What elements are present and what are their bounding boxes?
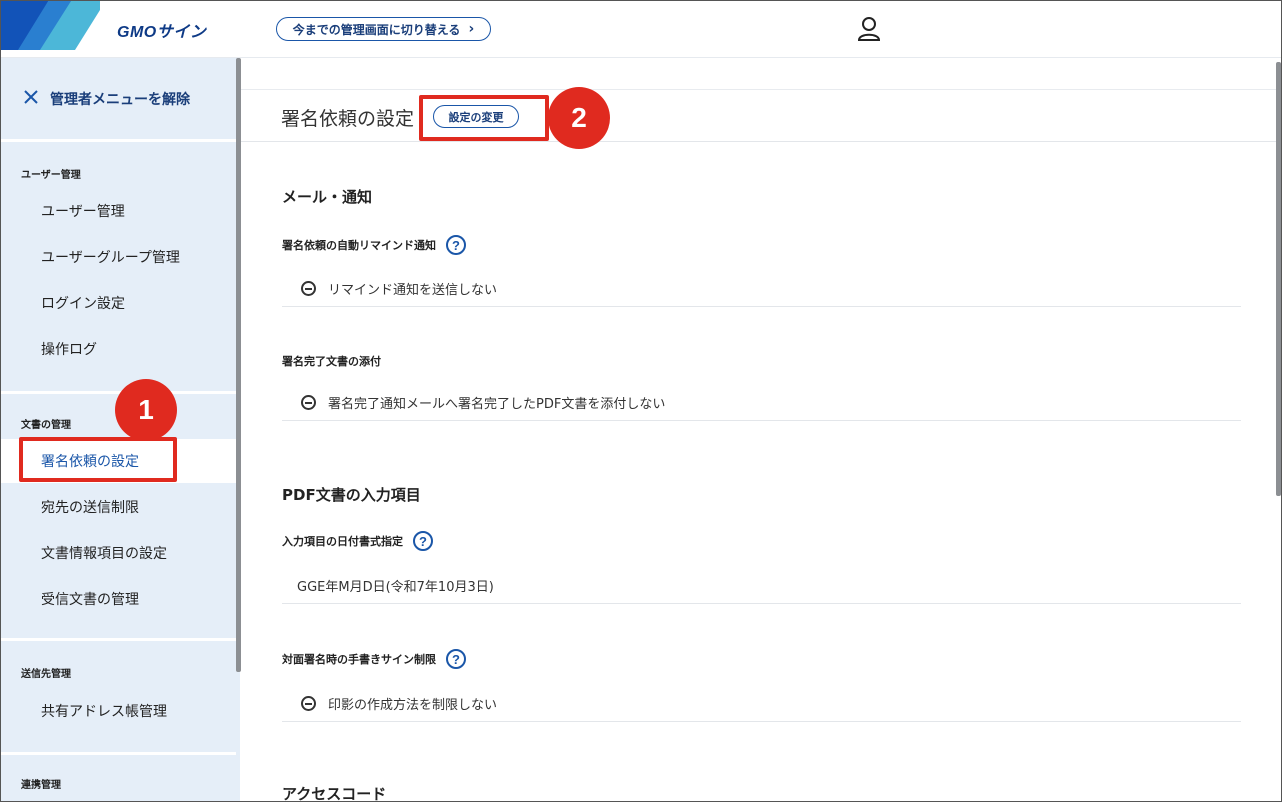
handwrite-value: 印影の作成方法を制限しない [328, 698, 498, 713]
brand-logo-text: GMOサイン [117, 24, 207, 41]
page-title: 署名依頼の設定 [281, 108, 415, 130]
setting-value-attach: 署名完了通知メールへ署名完了したPDF文書を添付しない [282, 385, 1241, 421]
section-title-pdf: PDF文書の入力項目 [282, 486, 421, 504]
annotation-highlight-2 [419, 95, 549, 141]
setting-value-date-format: GGE年M月D日(令和7年10月3日) [282, 568, 1241, 604]
release-admin-menu-button[interactable]: 管理者メニューを解除 [0, 58, 240, 142]
logo-mark [0, 0, 100, 50]
release-label: 管理者メニューを解除 [50, 91, 190, 108]
help-icon[interactable]: ? [446, 649, 466, 669]
setting-value-reminder: リマインド通知を送信しない [282, 271, 1241, 307]
annotation-badge-1: 1 [115, 379, 177, 441]
minus-circle-icon [301, 696, 316, 711]
attach-value: 署名完了通知メールへ署名完了したPDF文書を添付しない [328, 397, 666, 412]
help-icon[interactable]: ? [413, 531, 433, 551]
help-icon[interactable]: ? [446, 235, 466, 255]
sidebar-item-document-info-settings[interactable]: 文書情報項目の設定 [0, 531, 236, 575]
section-title-integration: 連携管理 [21, 780, 61, 791]
section-title-documents: 文書の管理 [21, 420, 71, 431]
reminder-value: リマインド通知を送信しない [328, 283, 498, 298]
page-header: 署名依頼の設定 設定の変更 [241, 90, 1282, 142]
minus-circle-icon [301, 281, 316, 296]
date-format-value: GGE年M月D日(令和7年10月3日) [297, 580, 494, 595]
annotation-badge-2: 2 [548, 87, 610, 149]
annotation-highlight-1 [19, 437, 177, 482]
main-top-strip [241, 58, 1282, 90]
sidebar-divider [0, 752, 236, 755]
setting-label-reminder: 署名依頼の自動リマインド通知 ? [282, 235, 466, 255]
sidebar-item-shared-address-book[interactable]: 共有アドレス帳管理 [0, 689, 236, 733]
main-scrollbar[interactable] [1276, 62, 1281, 496]
setting-label-handwrite: 対面署名時の手書きサイン制限 ? [282, 649, 466, 669]
setting-label-date-format: 入力項目の日付書式指定 ? [282, 531, 433, 551]
switch-to-old-admin-button[interactable]: 今までの管理画面に切り替える › [276, 17, 491, 41]
sidebar-item-user-group[interactable]: ユーザーグループ管理 [0, 235, 236, 279]
setting-label-attach: 署名完了文書の添付 [282, 353, 381, 369]
switch-button-label: 今までの管理画面に切り替える [292, 22, 461, 37]
sidebar-item-user-management[interactable]: ユーザー管理 [0, 189, 236, 233]
sidebar-item-operation-log[interactable]: 操作ログ [0, 327, 236, 371]
sidebar-scrollbar[interactable] [236, 58, 241, 672]
sidebar-divider [0, 638, 236, 641]
section-title-recipients: 送信先管理 [21, 669, 71, 680]
sidebar-divider [0, 391, 236, 394]
section-title-mail: メール・通知 [282, 188, 373, 206]
chevron-right-icon: › [468, 21, 475, 37]
sidebar-item-received-documents[interactable]: 受信文書の管理 [0, 577, 236, 621]
setting-value-handwrite: 印影の作成方法を制限しない [282, 686, 1241, 722]
sidebar: 管理者メニューを解除 ユーザー管理 ユーザー管理 ユーザーグループ管理 ログイン… [0, 58, 240, 802]
close-icon [24, 89, 38, 108]
reminder-label: 署名依頼の自動リマインド通知 [282, 239, 436, 252]
minus-circle-icon [301, 395, 316, 410]
header: GMOサイン 今までの管理画面に切り替える › [0, 0, 1282, 58]
section-title-access-code: アクセスコード [282, 785, 387, 802]
handwrite-label: 対面署名時の手書きサイン制限 [282, 653, 436, 666]
sidebar-item-login-settings[interactable]: ログイン設定 [0, 281, 236, 325]
date-format-label: 入力項目の日付書式指定 [282, 535, 403, 548]
user-icon[interactable] [855, 15, 883, 43]
sidebar-item-recipient-restrictions[interactable]: 宛先の送信制限 [0, 485, 236, 529]
section-title-user: ユーザー管理 [21, 170, 81, 181]
attach-label: 署名完了文書の添付 [282, 355, 381, 368]
